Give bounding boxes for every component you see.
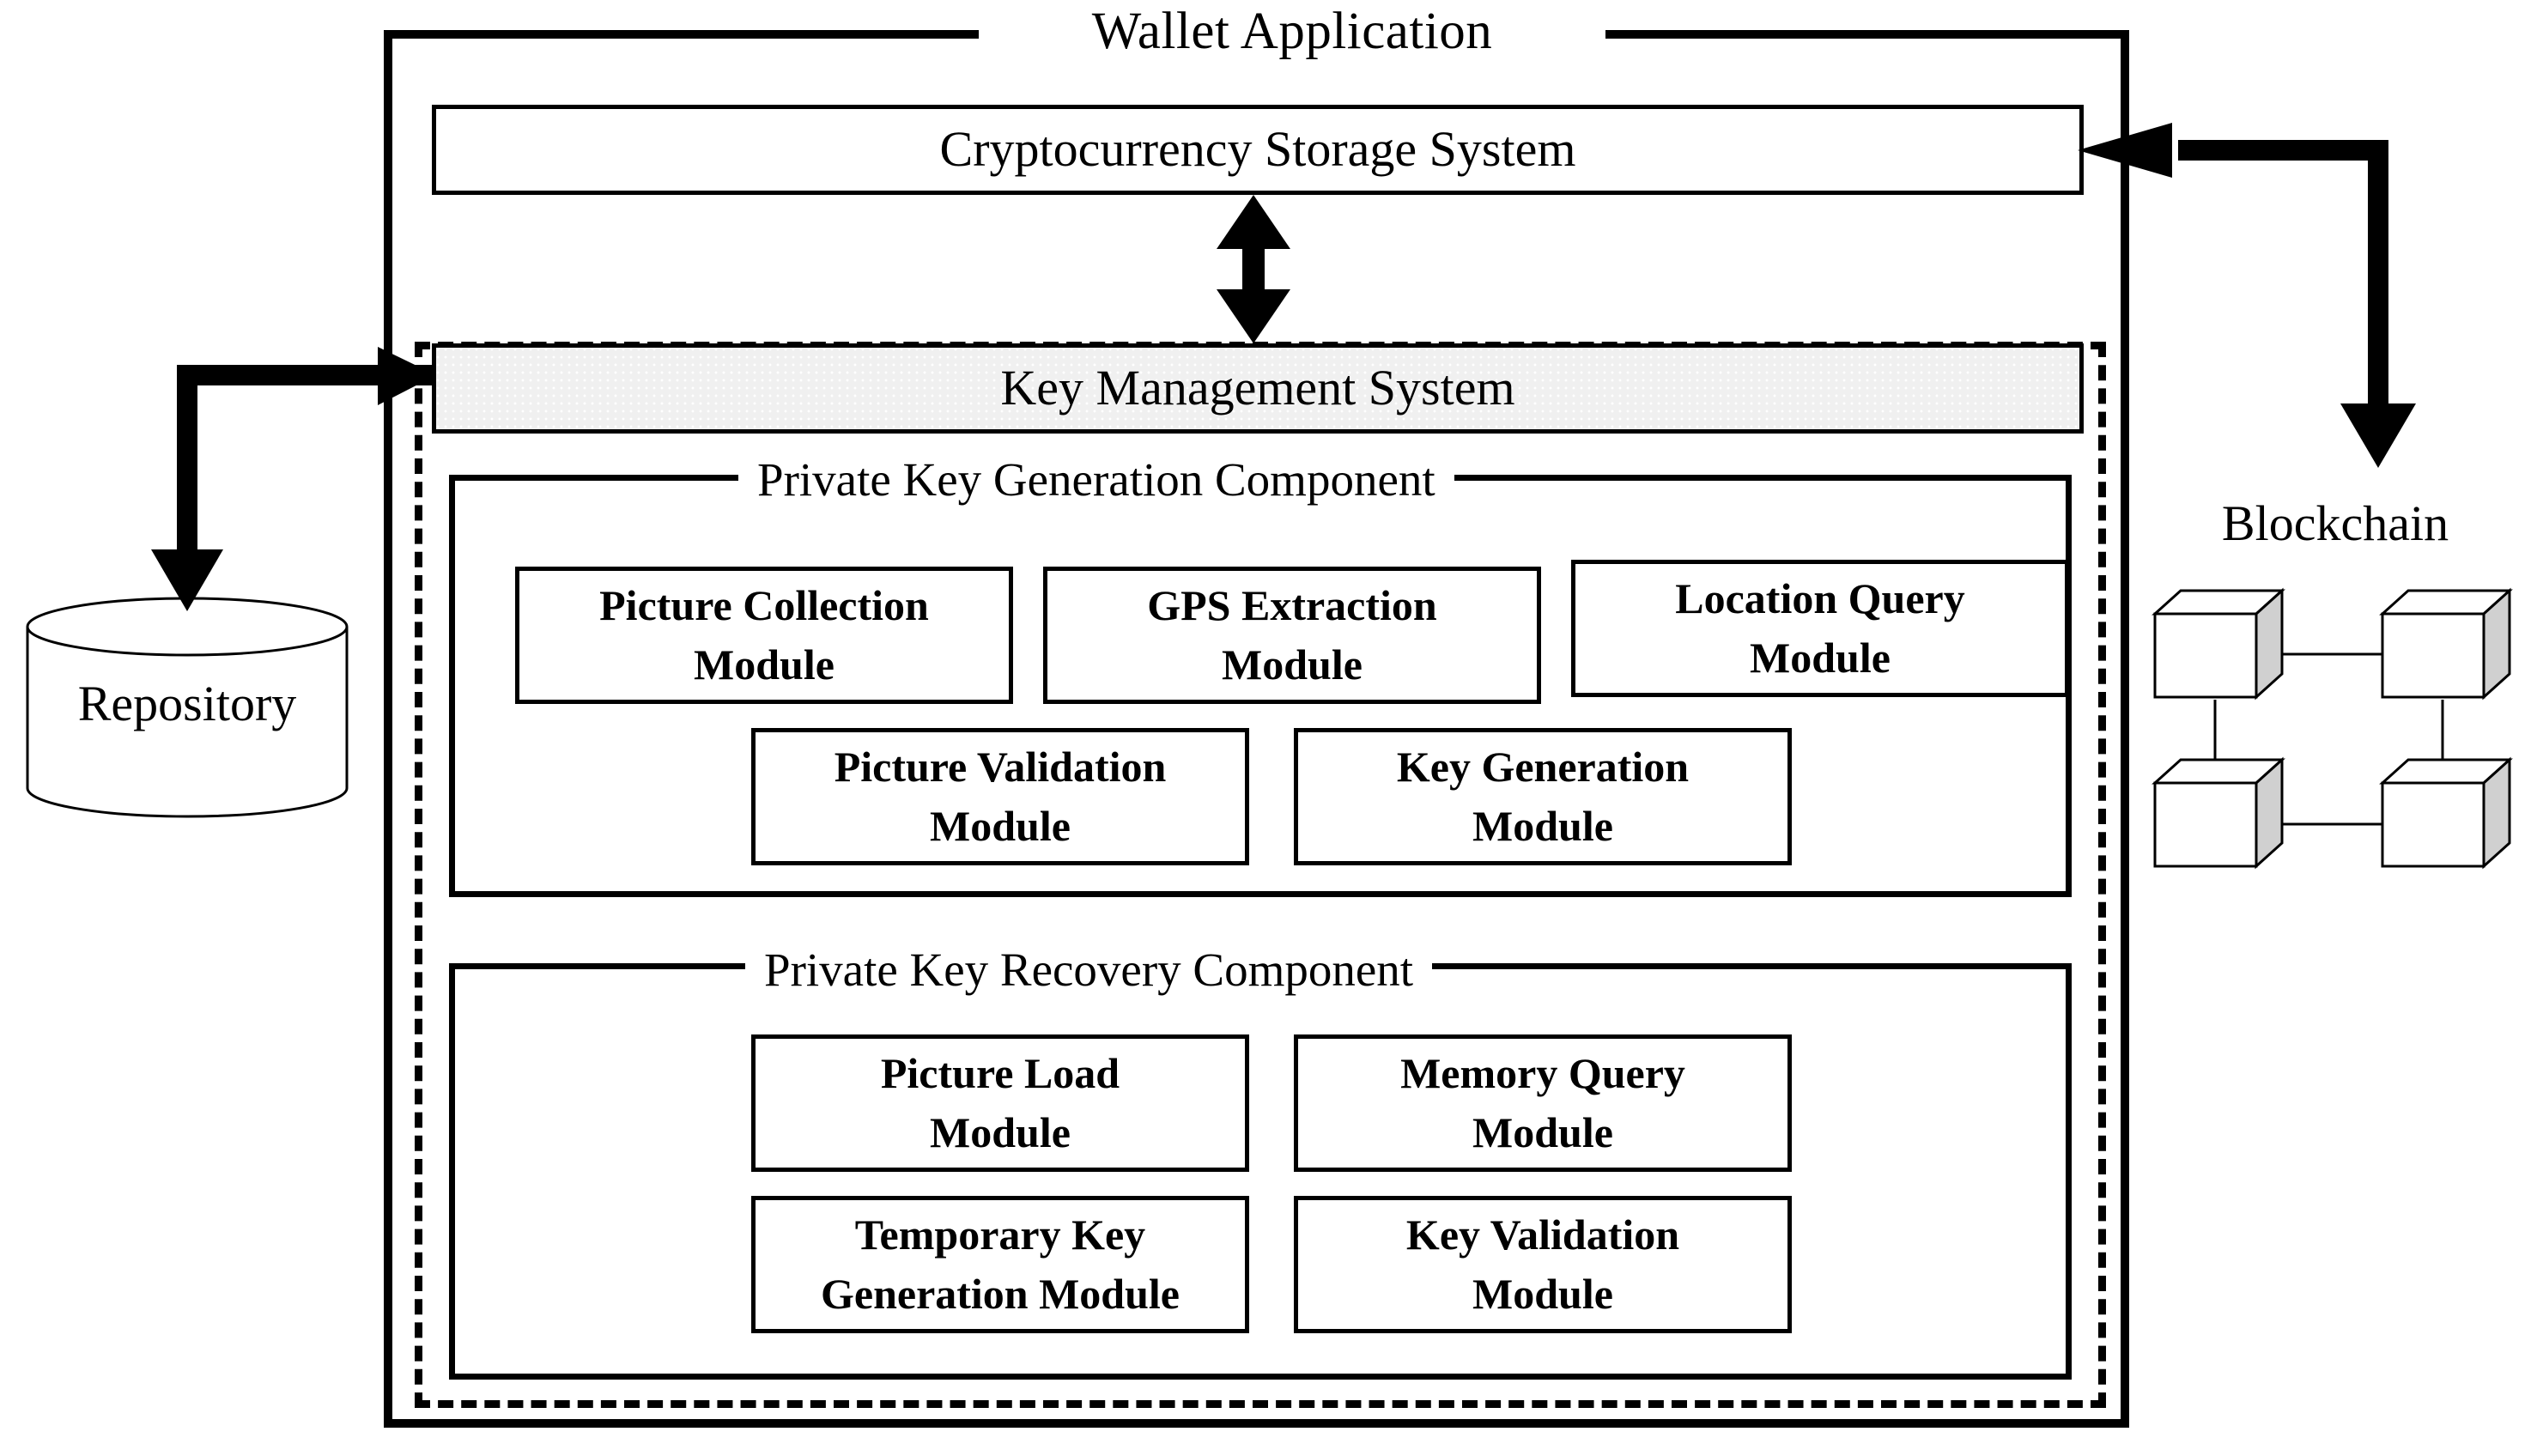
private-key-recovery-component-frame <box>449 963 2072 1380</box>
blockchain-label: Blockchain <box>2221 494 2449 551</box>
blockchain-cube-2 <box>2379 587 2513 701</box>
repository-label: Repository <box>77 675 297 731</box>
blockchain-cubes-icon <box>2152 587 2513 870</box>
gps-extraction-module-label: GPS Extraction Module <box>1147 581 1437 689</box>
memory-query-module-label: Memory Query Module <box>1400 1049 1685 1156</box>
blockchain-cube-4 <box>2379 756 2513 870</box>
blockchain-cube-3 <box>2152 756 2285 870</box>
key-management-system-label: Key Management System <box>1000 360 1515 416</box>
wallet-to-blockchain-arrow <box>2340 140 2416 468</box>
blockchain-node-cluster <box>2138 575 2541 919</box>
location-query-module-label: Location Query Module <box>1675 574 1965 682</box>
picture-collection-module-label: Picture Collection Module <box>599 581 929 689</box>
key-generation-module-label: Key Generation Module <box>1396 743 1690 850</box>
picture-load-module-label: Picture Load Module <box>880 1049 1120 1156</box>
temporary-key-generation-module-label: Temporary Key Generation Module <box>820 1210 1180 1318</box>
cryptocurrency-storage-system-label: Cryptocurrency Storage System <box>939 121 1576 178</box>
picture-validation-module-label: Picture Validation Module <box>834 743 1167 850</box>
architecture-diagram: Wallet Application Cryptocurrency Storag… <box>0 0 2543 1456</box>
private-key-recovery-component-title: Private Key Recovery Component <box>745 943 1433 1002</box>
key-validation-module-label: Key Validation Module <box>1405 1210 1680 1318</box>
private-key-generation-component-title: Private Key Generation Component <box>738 452 1454 512</box>
blockchain-cube-1 <box>2152 587 2285 701</box>
wallet-application-title: Wallet Application <box>1091 3 1493 61</box>
